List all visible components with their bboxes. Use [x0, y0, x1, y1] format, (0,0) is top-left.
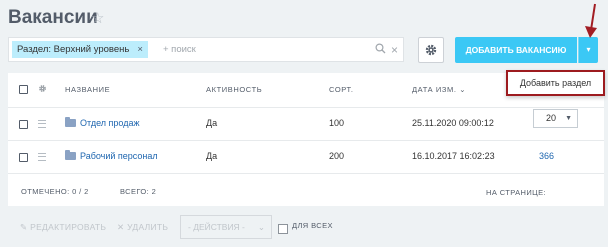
row-name-link[interactable]: Рабочий персонал — [80, 150, 158, 162]
folder-icon — [65, 150, 76, 160]
edit-button[interactable]: ✎ РЕДАКТИРОВАТЬ — [20, 215, 106, 239]
chevron-down-icon: ⌄ — [459, 85, 467, 94]
caret-down-icon: ▼ — [565, 115, 572, 122]
gear-icon[interactable] — [38, 84, 47, 93]
table-row[interactable]: Рабочий персонал Да 200 16.10.2017 16:02… — [8, 141, 604, 173]
row-sort: 200 — [329, 151, 345, 161]
selected-label: ОТМЕЧЕНО: — [21, 187, 70, 196]
selected-value: 0 / 2 — [72, 187, 89, 196]
row-checkbox[interactable] — [19, 153, 28, 162]
total-label: ВСЕГО: — [120, 187, 150, 196]
delete-label: УДАЛИТЬ — [127, 222, 169, 232]
per-page-select[interactable]: 20 ▼ — [533, 109, 578, 128]
select-all-checkbox[interactable] — [19, 85, 28, 94]
row-checkbox[interactable] — [19, 120, 28, 129]
total-value: 2 — [151, 187, 157, 196]
gear-icon — [425, 44, 437, 56]
cross-icon: ✕ — [117, 222, 125, 232]
total-count: ВСЕГО: 2 — [120, 186, 156, 198]
settings-button[interactable] — [418, 37, 444, 63]
table-row[interactable]: Отдел продаж Да 100 25.11.2020 09:00:12 … — [8, 108, 604, 140]
column-header-date-label: ДАТА ИЗМ. — [412, 85, 457, 94]
star-icon[interactable]: ☆ — [91, 9, 104, 27]
selected-count: ОТМЕЧЕНО: 0 / 2 — [21, 186, 89, 198]
search-input[interactable]: + поиск — [163, 38, 196, 61]
drag-handle-icon[interactable] — [38, 120, 46, 128]
delete-button[interactable]: ✕ УДАЛИТЬ — [117, 215, 168, 239]
per-page-label: НА СТРАНИЦЕ: — [486, 188, 546, 197]
for-all-checkbox[interactable] — [278, 224, 288, 234]
close-icon[interactable]: × — [137, 44, 143, 55]
red-arrow-icon — [585, 3, 597, 38]
edit-label: РЕДАКТИРОВАТЬ — [30, 222, 107, 232]
divider — [8, 173, 604, 174]
column-header-sort[interactable]: СОРТ. — [329, 84, 354, 96]
filter-chip-label: Раздел: Верхний уровень — [17, 44, 130, 55]
row-name-link[interactable]: Отдел продаж — [80, 117, 140, 129]
folder-icon — [65, 117, 76, 127]
pencil-icon: ✎ — [20, 222, 28, 232]
search-filter-bar[interactable]: Раздел: Верхний уровень × + поиск × — [8, 37, 404, 62]
column-header-name[interactable]: НАЗВАНИЕ — [65, 84, 110, 96]
menu-item-add-section[interactable]: Добавить раздел — [520, 78, 591, 88]
column-header-date[interactable]: ДАТА ИЗМ. ⌄ — [412, 84, 466, 96]
dropdown-menu: Добавить раздел — [506, 70, 605, 96]
column-header-active[interactable]: АКТИВНОСТЬ — [206, 84, 262, 96]
row-active: Да — [206, 118, 218, 128]
row-date: 16.10.2017 16:02:23 — [412, 151, 495, 161]
add-dropdown-arrow[interactable]: ▾ — [578, 37, 598, 63]
page-title: Вакансии — [8, 7, 98, 28]
actions-select[interactable]: - ДЕЙСТВИЯ - ⌄ — [180, 215, 272, 239]
row-date: 25.11.2020 09:00:12 — [412, 118, 494, 128]
add-vacancy-button[interactable]: ДОБАВИТЬ ВАКАНСИЮ — [455, 37, 577, 63]
filter-chip[interactable]: Раздел: Верхний уровень × — [12, 41, 148, 58]
for-all-label: ДЛЯ ВСЕХ — [292, 221, 333, 230]
clear-icon[interactable]: × — [391, 40, 398, 60]
search-icon[interactable] — [375, 43, 386, 54]
row-active: Да — [206, 151, 218, 161]
chevron-down-icon: ⌄ — [257, 222, 265, 232]
per-page-value: 20 — [546, 113, 557, 123]
actions-select-value: - ДЕЙСТВИЯ - — [188, 222, 245, 232]
row-id[interactable]: 366 — [539, 150, 554, 162]
drag-handle-icon[interactable] — [38, 153, 46, 161]
row-sort: 100 — [329, 118, 345, 128]
